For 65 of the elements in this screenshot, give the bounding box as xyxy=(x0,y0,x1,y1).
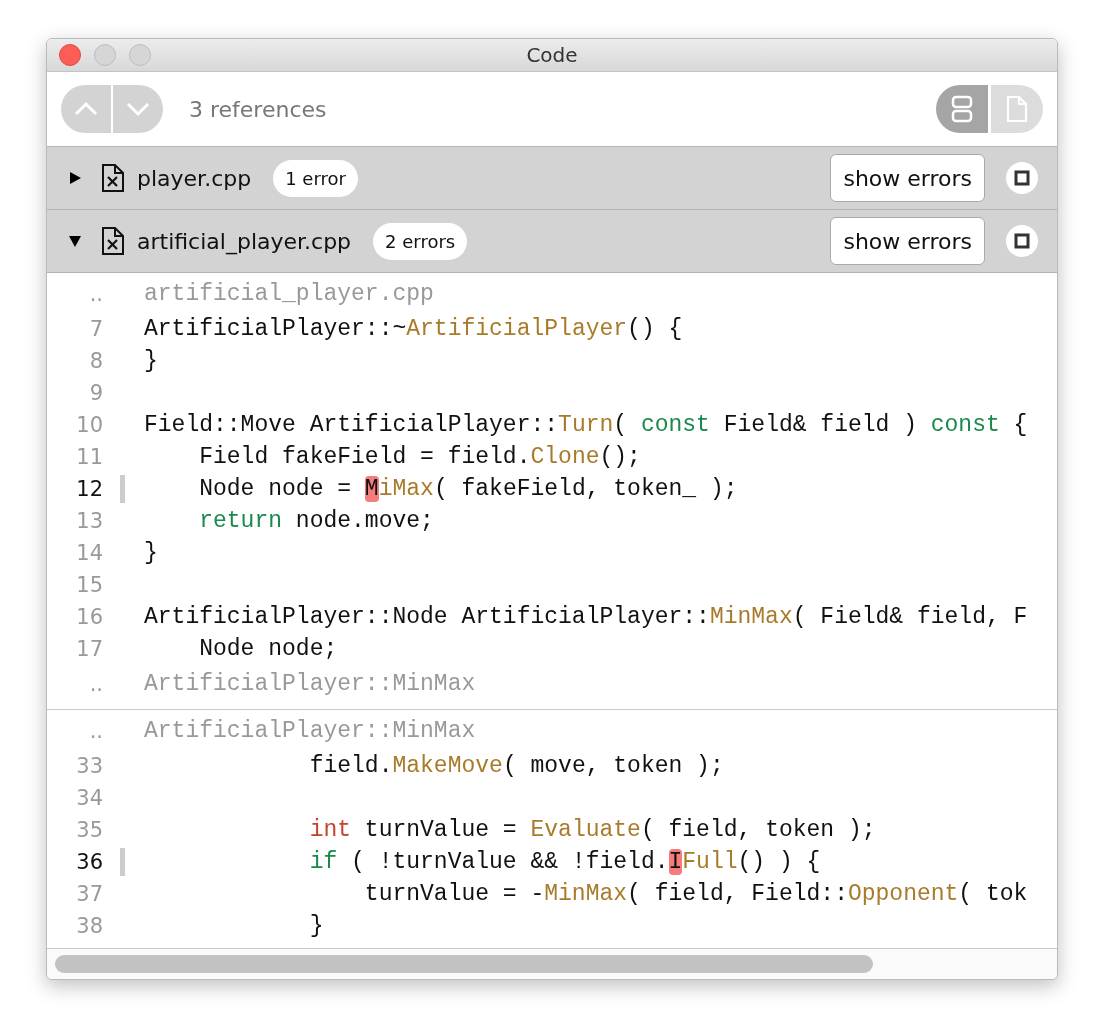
disclosure-down-icon[interactable] xyxy=(67,233,83,249)
code-line: if ( !turnValue && !field.IFull() ) { xyxy=(308,849,821,875)
context-label: ArtificialPlayer::MinMax xyxy=(144,671,476,697)
file-name: artificial_player.cpp xyxy=(137,228,352,254)
code-line: Node node; xyxy=(198,636,338,662)
code-line: Field fakeField = field.Clone(); xyxy=(198,444,641,470)
line-number: 34 xyxy=(75,786,103,810)
chevron-down-icon xyxy=(125,101,151,117)
ellipsis-marker: .. xyxy=(88,672,103,696)
code-line: Field::Move ArtificialPlayer::Turn( const Field& field ) const { xyxy=(144,412,1028,438)
disclosure-right-icon[interactable] xyxy=(67,170,83,186)
error-count: 2 errors xyxy=(373,222,468,260)
file-row[interactable]: player.cpp 1 error show errors xyxy=(47,147,1057,210)
context-label: ArtificialPlayer::MinMax xyxy=(144,718,476,744)
line-number: 8 xyxy=(88,349,103,373)
line-number: 7 xyxy=(88,317,103,341)
code-line: } xyxy=(308,913,324,939)
file-name: player.cpp xyxy=(137,165,252,191)
stop-icon[interactable] xyxy=(1005,224,1039,258)
line-number: 10 xyxy=(75,413,103,437)
file-view-button[interactable] xyxy=(991,85,1043,133)
line-number: 11 xyxy=(75,445,103,469)
line-number: 36 xyxy=(75,850,103,874)
line-number: 14 xyxy=(75,541,103,565)
previous-button[interactable] xyxy=(61,85,111,133)
stop-icon[interactable] xyxy=(1005,161,1039,195)
file-row[interactable]: artificial_player.cpp 2 errors show errors xyxy=(47,210,1057,273)
line-number: 16 xyxy=(75,605,103,629)
code-line: } xyxy=(144,540,158,566)
line-number: 35 xyxy=(75,818,103,842)
code-line: turnValue = -MinMax( field, Field::Opponent( tok xyxy=(363,881,1028,907)
ellipsis-marker: .. xyxy=(88,282,103,306)
minimize-icon[interactable] xyxy=(94,44,116,66)
show-errors-button[interactable]: show errors xyxy=(830,217,985,265)
line-number: 38 xyxy=(75,914,103,938)
line-number: 9 xyxy=(88,381,103,405)
code-line: field.MakeMove( move, token ); xyxy=(308,753,724,779)
code-line: } xyxy=(144,348,158,374)
line-number: 37 xyxy=(75,882,103,906)
close-icon[interactable] xyxy=(59,44,81,66)
stacked-panes-icon xyxy=(951,95,973,123)
file-error-icon xyxy=(101,163,125,193)
ellipsis-marker: .. xyxy=(88,719,103,743)
zoom-icon[interactable] xyxy=(129,44,151,66)
reference-count: 3 references xyxy=(189,96,327,122)
line-number: 17 xyxy=(75,637,103,661)
file-error-icon xyxy=(101,226,125,256)
line-number: 15 xyxy=(75,573,103,597)
line-number: 33 xyxy=(75,754,103,778)
code-line: return node.move; xyxy=(198,508,434,534)
line-number: 13 xyxy=(75,509,103,533)
window-title: Code xyxy=(526,43,578,67)
line-number: 12 xyxy=(75,477,103,501)
code-line: ArtificialPlayer::Node ArtificialPlayer::MinMax( Field& field, F xyxy=(144,604,1028,630)
code-line: ArtificialPlayer::~ArtificialPlayer() { xyxy=(144,316,683,342)
context-label: artificial_player.cpp xyxy=(144,281,434,307)
chevron-up-icon xyxy=(73,101,99,117)
next-button[interactable] xyxy=(113,85,163,133)
document-icon xyxy=(1006,95,1028,123)
code-line: Node node = MiMax( fakeField, token_ ); xyxy=(198,476,738,502)
error-count: 1 error xyxy=(273,159,358,197)
show-errors-button[interactable]: show errors xyxy=(830,154,985,202)
split-view-button[interactable] xyxy=(936,85,988,133)
code-line: int turnValue = Evaluate( field, token ); xyxy=(308,817,876,843)
scrollbar-thumb[interactable] xyxy=(55,955,873,973)
